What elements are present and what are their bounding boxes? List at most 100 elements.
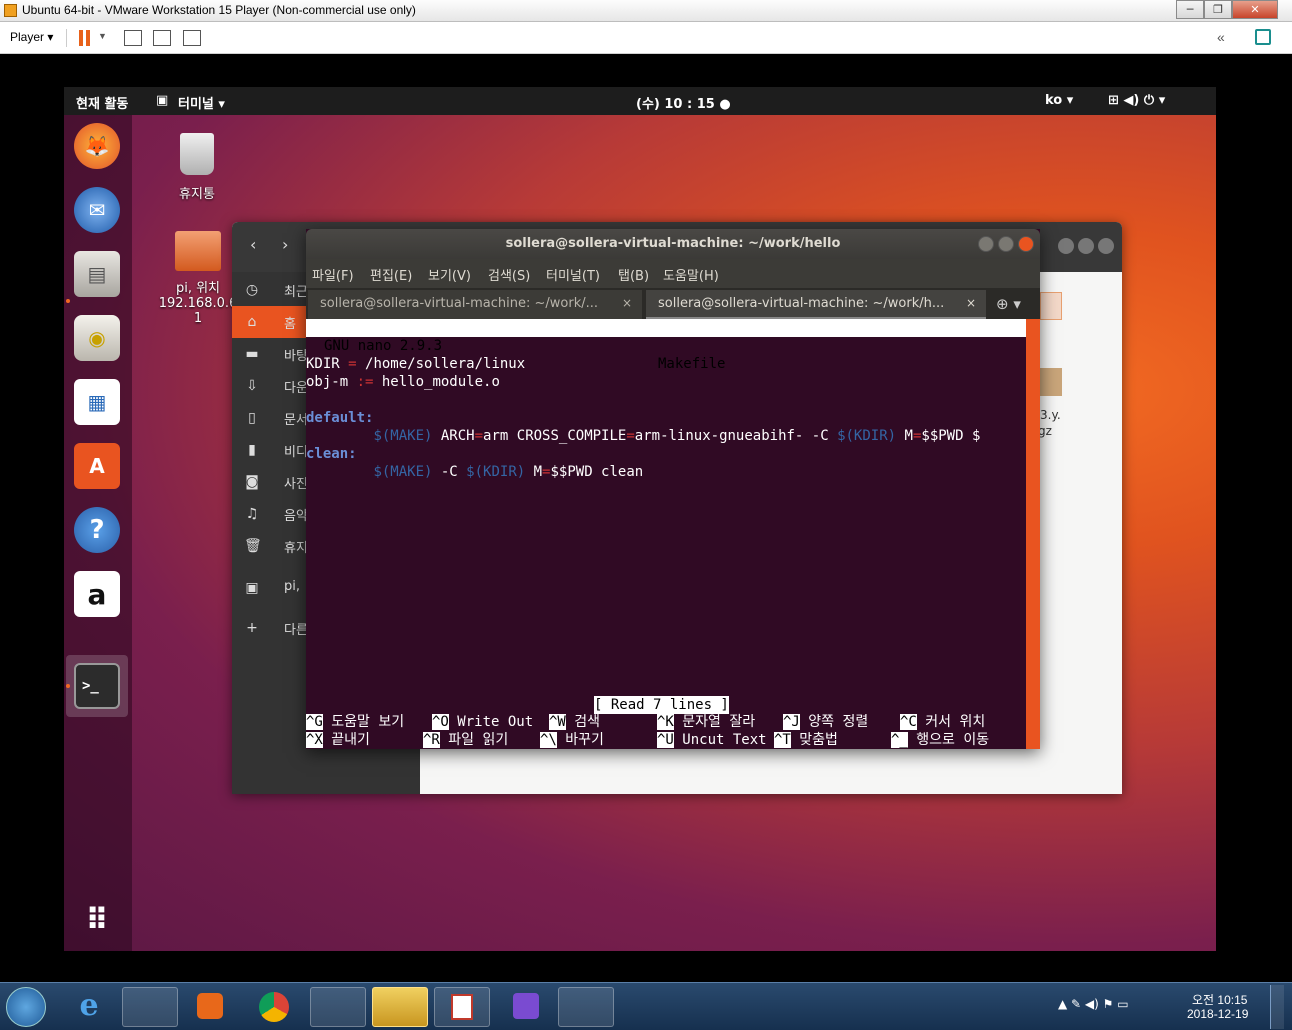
media-player-icon[interactable] xyxy=(188,987,232,1027)
close-tab-icon[interactable]: × xyxy=(966,296,976,310)
code-token: := xyxy=(348,374,382,390)
rhythmbox-icon[interactable]: ◉ xyxy=(74,315,120,361)
network-share-desktop-icon[interactable]: pi, 위치 192.168.0.6 1 xyxy=(156,231,240,326)
library-icon[interactable] xyxy=(1255,29,1271,45)
start-button-icon[interactable] xyxy=(6,987,46,1027)
fullscreen-icon[interactable] xyxy=(153,30,171,46)
forward-icon[interactable]: › xyxy=(282,235,288,254)
menu-file[interactable]: 파일(F) xyxy=(312,265,354,284)
menu-terminal[interactable]: 터미널(T) xyxy=(546,265,600,284)
activities-button[interactable]: 현재 활동 xyxy=(76,93,128,112)
shortcut-cursor-position[interactable]: ^C 커서 위치 xyxy=(900,713,985,731)
shortcut-exit[interactable]: ^X 끝내기 xyxy=(306,731,370,749)
close-window-icon[interactable] xyxy=(1098,238,1114,254)
taskbar-date[interactable]: 2018-12-19 xyxy=(1187,1007,1248,1021)
code-line[interactable]: obj-m := hello_module.o xyxy=(306,373,500,391)
thunderbird-icon[interactable]: ✉ xyxy=(74,187,120,233)
pause-icon[interactable] xyxy=(78,30,92,46)
trash-desktop-icon[interactable]: 휴지통 xyxy=(164,133,230,202)
code-token: $(MAKE) xyxy=(373,428,433,444)
collapse-toolbar-icon[interactable]: « xyxy=(1217,29,1225,45)
clock[interactable]: (수) 10 : 15 ● xyxy=(636,93,731,112)
document-icon: ▯ xyxy=(248,410,256,426)
menu-tabs[interactable]: 탭(B) xyxy=(618,265,649,284)
file-explorer-icon[interactable] xyxy=(122,987,178,1027)
visual-studio-icon[interactable] xyxy=(498,987,554,1027)
firefox-icon[interactable]: 🦊 xyxy=(74,123,120,169)
shortcut-spell[interactable]: ^T 맞춤법 xyxy=(774,731,838,749)
running-indicator xyxy=(66,299,70,303)
shortcut-search[interactable]: ^W 검색 xyxy=(549,713,600,731)
code-line[interactable]: KDIR = /home/sollera/linux xyxy=(306,355,525,373)
code-token: arm-linux-gnueabihf- -C xyxy=(634,428,838,444)
code-line[interactable]: $(MAKE) ARCH=arm CROSS_COMPILE=arm-linux… xyxy=(306,427,980,445)
pdf-reader-icon[interactable] xyxy=(434,987,490,1027)
home-icon: ⌂ xyxy=(247,314,257,330)
sidebar-item-label: 다운 xyxy=(284,381,308,396)
sidebar-item-label: 다른 xyxy=(284,623,308,638)
back-icon[interactable]: ‹ xyxy=(250,235,256,254)
shortcut-go-to-line[interactable]: ^_ 행으로 이동 xyxy=(891,731,989,749)
libreoffice-writer-icon[interactable]: ▦ xyxy=(74,379,120,425)
system-status-menu[interactable]: ⊞ ◀) ⏻ ▾ xyxy=(1108,93,1165,108)
help-icon[interactable]: ? xyxy=(74,507,120,553)
menu-edit[interactable]: 편집(E) xyxy=(370,265,412,284)
paint-icon[interactable] xyxy=(558,987,614,1027)
internet-explorer-icon[interactable]: e xyxy=(66,987,112,1027)
minimize-button[interactable]: ─ xyxy=(1176,0,1204,19)
minimize-window-icon[interactable] xyxy=(978,236,994,252)
tab-1[interactable]: sollera@sollera-virtual-machine: ~/work/… xyxy=(308,290,642,319)
shortcut-help[interactable]: ^G 도움말 보기 xyxy=(306,713,404,731)
terminal-icon[interactable]: >_ xyxy=(74,663,120,709)
sidebar-item-label: 음악 xyxy=(284,509,308,524)
menu-view[interactable]: 보기(V) xyxy=(428,265,471,284)
maximize-window-icon[interactable] xyxy=(998,236,1014,252)
tab-2[interactable]: sollera@sollera-virtual-machine: ~/work/… xyxy=(646,290,986,319)
shortcut-uncut[interactable]: ^U Uncut Text xyxy=(657,731,767,749)
player-menu-button[interactable]: Player ▾ xyxy=(10,30,53,44)
chrome-icon[interactable] xyxy=(252,987,296,1027)
close-window-icon[interactable] xyxy=(1018,236,1034,252)
unity-icon[interactable] xyxy=(183,30,201,46)
terminal-menubar: 파일(F) 편집(E) 보기(V) 검색(S) 터미널(T) 탭(B) 도움말(… xyxy=(306,259,1040,288)
pause-dropdown-icon[interactable]: ▼ xyxy=(98,31,107,41)
tray-icons[interactable]: ▲ ✎ ◀) ⚑ ▭ xyxy=(1058,997,1129,1011)
sidebar-item-label: 홈 xyxy=(284,317,296,332)
shortcut-label: 문자열 잘라 xyxy=(673,714,756,730)
software-center-icon[interactable]: A xyxy=(74,443,120,489)
app-menu-button[interactable]: 터미널 ▾ xyxy=(178,93,225,112)
restore-button[interactable]: ❐ xyxy=(1204,0,1232,19)
maximize-window-icon[interactable] xyxy=(1078,238,1094,254)
minimize-window-icon[interactable] xyxy=(1058,238,1074,254)
terminal-tabbar: sollera@sollera-virtual-machine: ~/work/… xyxy=(306,288,1040,319)
code-line[interactable]: default: xyxy=(306,409,373,427)
shortcut-label: 도움말 보기 xyxy=(322,714,405,730)
new-tab-icon[interactable]: ⊕ ▾ xyxy=(996,295,1021,313)
close-button[interactable]: ✕ xyxy=(1232,0,1278,19)
send-ctrl-alt-del-icon[interactable] xyxy=(124,30,142,46)
taskbar-time[interactable]: 오전 10:15 xyxy=(1192,991,1247,1008)
shortcut-key: ^K xyxy=(657,714,674,730)
files-icon[interactable]: ▤ xyxy=(74,251,120,297)
show-applications-icon[interactable]: ⠿ xyxy=(74,897,120,943)
shortcut-read-file[interactable]: ^R 파일 읽기 xyxy=(423,731,508,749)
code-line[interactable]: clean: xyxy=(306,445,357,463)
close-tab-icon[interactable]: × xyxy=(622,296,632,310)
shortcut-justify[interactable]: ^J 양쪽 정렬 xyxy=(783,713,868,731)
code-line[interactable]: $(MAKE) -C $(KDIR) M=$$PWD clean xyxy=(306,463,643,481)
menu-help[interactable]: 도움말(H) xyxy=(663,265,719,284)
file-icon[interactable] xyxy=(1040,292,1062,320)
amazon-icon[interactable]: a xyxy=(74,571,120,617)
show-desktop-button[interactable] xyxy=(1270,985,1284,1029)
shortcut-cut[interactable]: ^K 문자열 잘라 xyxy=(657,713,755,731)
vmware-player-icon[interactable] xyxy=(372,987,428,1027)
download-icon: ⇩ xyxy=(246,378,258,394)
shortcut-replace[interactable]: ^\ 바꾸기 xyxy=(540,731,604,749)
menu-search[interactable]: 검색(S) xyxy=(488,265,530,284)
shortcut-write-out[interactable]: ^O Write Out xyxy=(432,713,533,731)
language-menu[interactable]: ko ▾ xyxy=(1045,93,1073,108)
network-tool-icon[interactable] xyxy=(310,987,366,1027)
shortcut-label: 커서 위치 xyxy=(916,714,986,730)
